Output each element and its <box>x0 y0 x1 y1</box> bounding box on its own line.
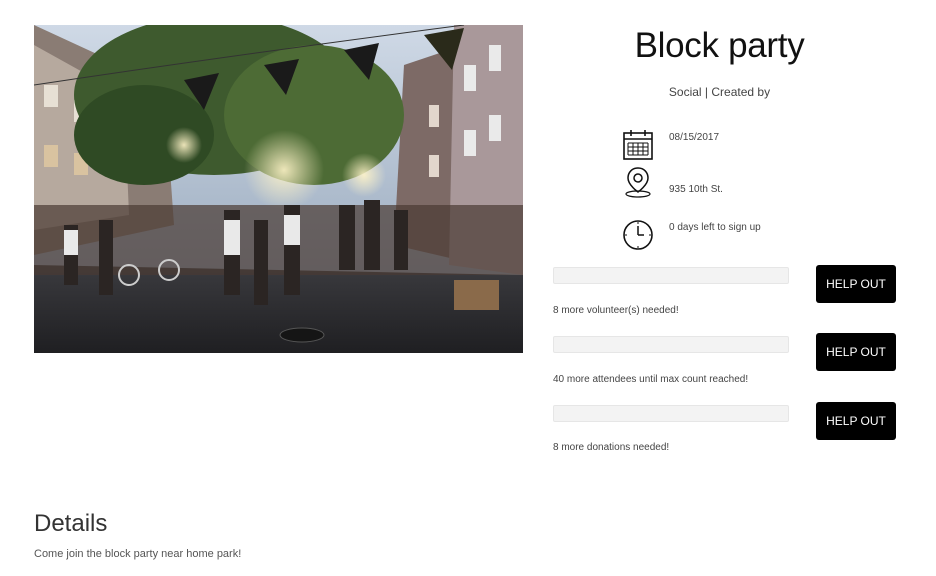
location-pin-icon <box>621 165 655 199</box>
event-location: 935 10th St. <box>669 184 723 195</box>
calendar-icon <box>621 128 655 162</box>
volunteers-needed-text: 8 more volunteer(s) needed! <box>553 305 679 316</box>
details-description: Come join the block party near home park… <box>34 548 242 560</box>
donation-progress-bar <box>553 405 789 422</box>
donations-needed-text: 8 more donations needed! <box>553 442 670 453</box>
attendee-progress-bar <box>553 336 789 353</box>
block-party-photo <box>34 25 523 353</box>
clock-icon <box>621 218 655 252</box>
event-title: Block party <box>634 26 805 65</box>
event-date: 08/15/2017 <box>669 132 720 143</box>
help-out-donate-button[interactable]: HELP OUT <box>816 402 896 440</box>
event-image <box>34 25 523 353</box>
volunteer-progress-bar <box>553 267 789 284</box>
signup-time-left: 0 days left to sign up <box>669 222 761 233</box>
attendees-remaining-text: 40 more attendees until max count reache… <box>553 374 749 385</box>
event-subtitle: Social | Created by <box>668 85 771 99</box>
help-out-attend-button[interactable]: HELP OUT <box>816 333 896 371</box>
help-out-volunteer-button[interactable]: HELP OUT <box>816 265 896 303</box>
details-heading: Details <box>34 510 108 537</box>
